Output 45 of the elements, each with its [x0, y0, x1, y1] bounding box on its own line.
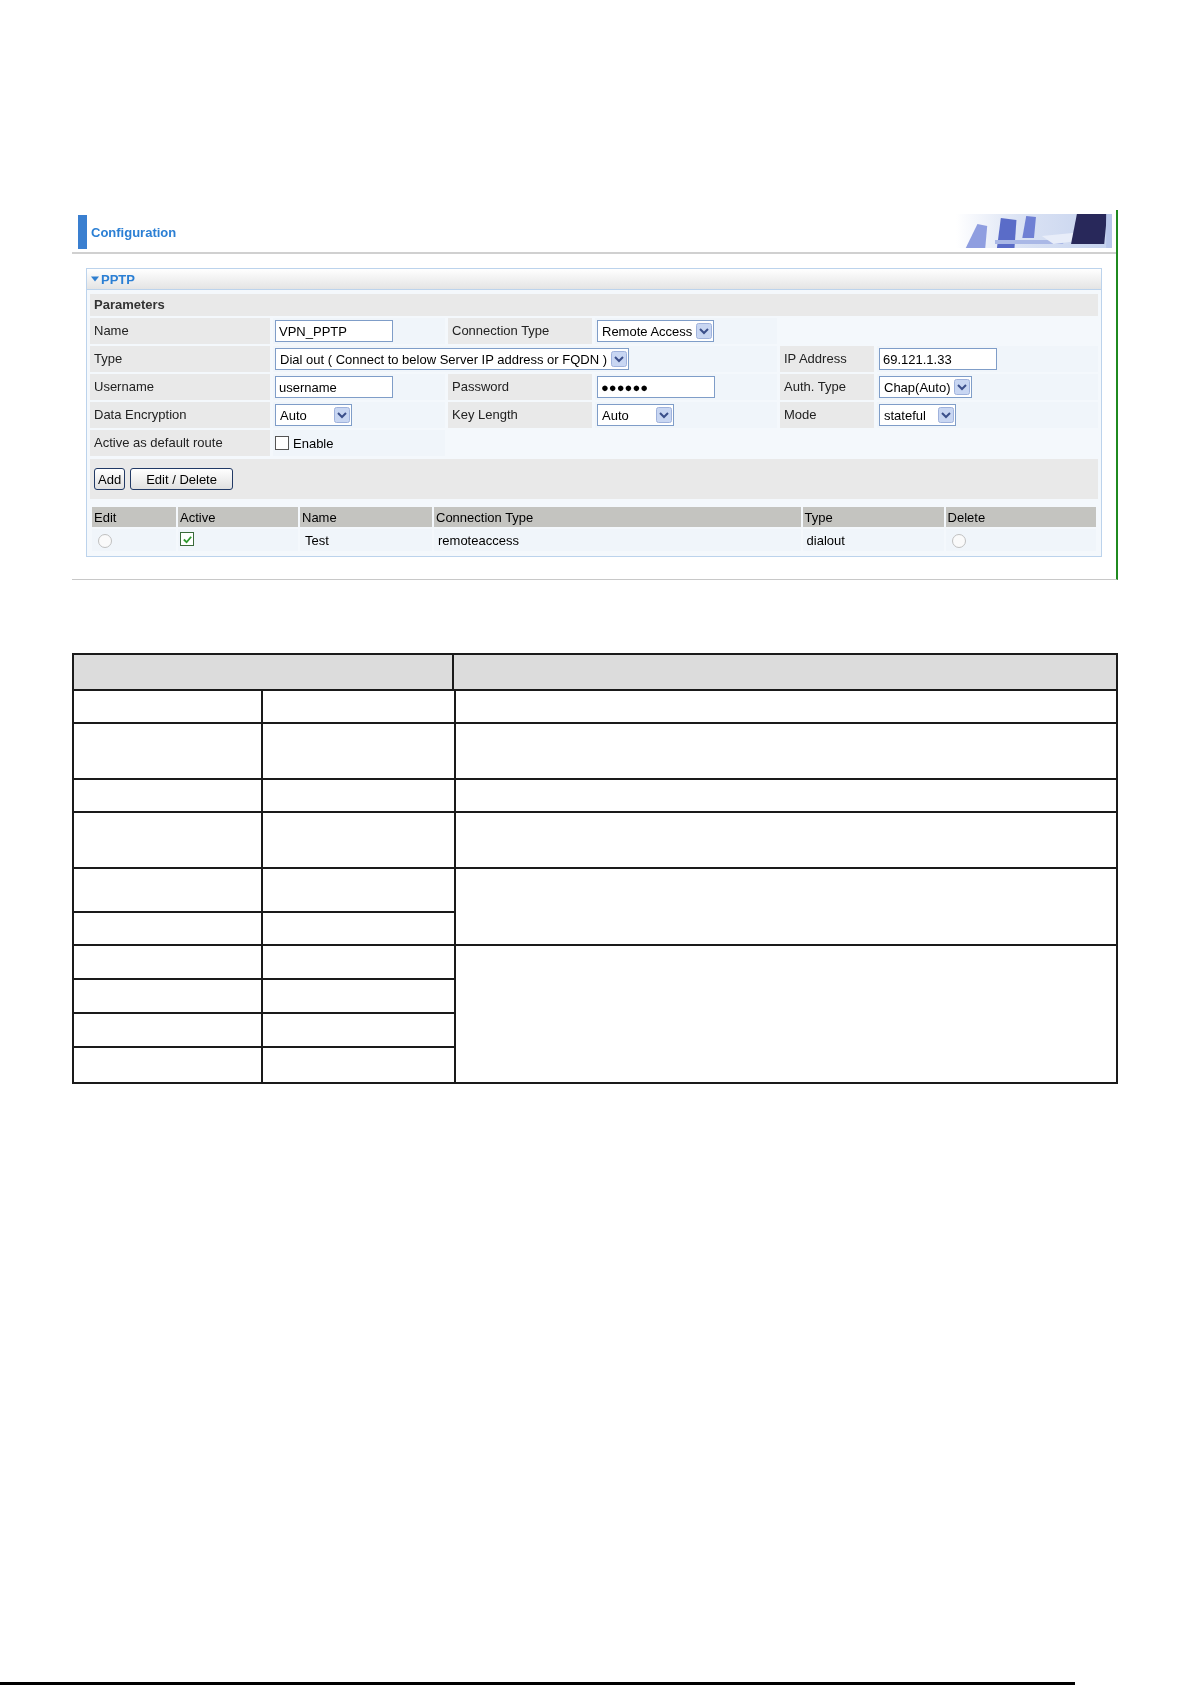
chevron-down-icon [954, 379, 971, 395]
dropdown[interactable]: Auto [597, 404, 674, 426]
dropdown[interactable]: stateful [879, 404, 956, 426]
column-header: Delete [945, 507, 1096, 527]
section-header[interactable]: PPTP [87, 269, 1101, 290]
field-label: Name [90, 318, 270, 344]
dropdown[interactable]: Remote Access [597, 320, 715, 342]
radio-button[interactable] [98, 533, 112, 548]
dropdown[interactable]: Dial out ( Connect to below Server IP address or FQDN ) [275, 348, 630, 370]
text-field[interactable]: VPN_PPTP [275, 320, 393, 342]
field-label: Password [448, 374, 592, 400]
title-bar-marker [78, 215, 87, 249]
table-cell-text: dialout [805, 532, 845, 548]
chevron-down-icon [334, 407, 350, 423]
field-label: Auth. Type [780, 374, 874, 400]
action-button[interactable]: Edit / Delete [130, 468, 233, 490]
chevron-down-icon [938, 407, 954, 423]
text-field[interactable]: 69.121.1.33 [879, 348, 997, 370]
radio-button[interactable] [951, 533, 966, 548]
column-header: Name [300, 507, 432, 527]
table-cell-text: remoteaccess [437, 532, 519, 548]
field-label: Mode [780, 402, 874, 428]
dropdown[interactable]: Auto [275, 404, 352, 426]
column-header: Type [802, 507, 944, 527]
field-label: Connection Type [448, 318, 592, 344]
field-label: Key Length [448, 402, 592, 428]
dropdown[interactable]: Chap(Auto) [879, 376, 973, 398]
checkbox[interactable] [180, 532, 194, 547]
field-label: Type [90, 346, 270, 372]
text-field[interactable]: username [275, 376, 393, 398]
action-button[interactable]: Add [94, 468, 126, 490]
field-label: Username [90, 374, 270, 400]
chevron-down-icon [696, 323, 713, 339]
column-header: Connection Type [434, 507, 801, 527]
field-label: Active as default route [90, 430, 270, 456]
field-label: Data Encryption [90, 402, 270, 428]
section-label: Parameters [90, 294, 1098, 316]
chevron-down-icon [611, 351, 628, 367]
column-header: Active [178, 507, 298, 527]
chevron-down-icon [656, 407, 672, 423]
table-cell-text: Test [304, 532, 329, 548]
page-title: Configuration [91, 224, 177, 240]
text-field[interactable]: ●●●●●● [597, 376, 715, 398]
field-label: IP Address [780, 346, 874, 372]
column-header: Edit [92, 507, 176, 527]
